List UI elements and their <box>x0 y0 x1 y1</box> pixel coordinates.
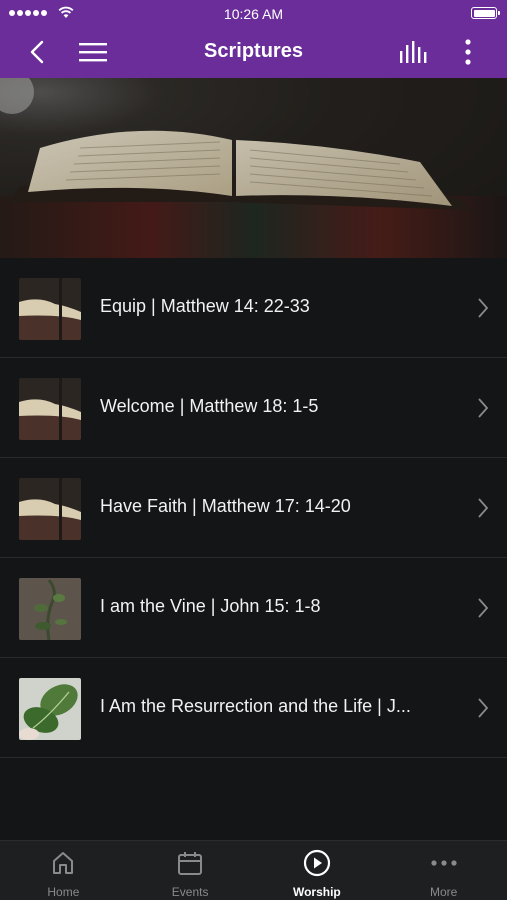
chevron-right-icon <box>478 698 489 718</box>
hero-image <box>0 78 507 258</box>
calendar-icon <box>178 852 203 875</box>
play-circle-icon <box>303 849 330 877</box>
bible-thumbnail <box>19 478 81 540</box>
leaf-thumbnail <box>19 678 81 740</box>
chevron-left-icon <box>30 40 44 64</box>
list-item[interactable]: Welcome | Matthew 18: 1-5 <box>0 358 507 458</box>
chevron-right-icon <box>478 498 489 518</box>
menu-button[interactable] <box>76 26 110 78</box>
vine-thumbnail <box>19 578 81 640</box>
tab-worship[interactable]: Worship <box>254 841 381 900</box>
status-time: 10:26 AM <box>223 6 284 22</box>
home-icon <box>53 852 74 874</box>
tab-more[interactable]: More <box>380 841 507 900</box>
item-title: I Am the Resurrection and the Life | J..… <box>100 696 411 716</box>
scripture-list: Equip | Matthew 14: 22-33 Welcome | Matt… <box>0 258 507 758</box>
overflow-menu-button[interactable] <box>456 26 480 78</box>
tab-events[interactable]: Events <box>127 841 254 900</box>
tab-label: Events <box>171 885 209 899</box>
bible-thumbnail <box>19 378 81 440</box>
list-item[interactable]: I Am the Resurrection and the Life | J..… <box>0 658 507 758</box>
back-button[interactable] <box>22 26 52 78</box>
tab-label: More <box>429 885 458 899</box>
vertical-dots-icon <box>465 39 471 65</box>
nav-bar: Scriptures <box>0 26 507 78</box>
audio-bars-button[interactable] <box>396 26 432 78</box>
tab-bar: Home Events Worship More <box>0 840 507 900</box>
audio-bars-icon <box>400 41 427 63</box>
list-item[interactable]: Equip | Matthew 14: 22-33 <box>0 258 507 358</box>
list-item[interactable]: Have Faith | Matthew 17: 14-20 <box>0 458 507 558</box>
tab-label: Worship <box>292 885 341 899</box>
chevron-right-icon <box>478 298 489 318</box>
item-title: Welcome | Matthew 18: 1-5 <box>100 396 319 416</box>
list-item[interactable]: I am the Vine | John 15: 1-8 <box>0 558 507 658</box>
item-title: Equip | Matthew 14: 22-33 <box>100 296 310 316</box>
tab-home[interactable]: Home <box>0 841 127 900</box>
chevron-right-icon <box>478 398 489 418</box>
battery-icon <box>471 7 500 19</box>
chevron-right-icon <box>478 598 489 618</box>
item-title: I am the Vine | John 15: 1-8 <box>100 596 321 616</box>
bible-thumbnail <box>19 278 81 340</box>
more-dots-icon <box>431 860 457 866</box>
status-bar: 10:26 AM <box>0 0 507 26</box>
hamburger-icon <box>79 43 107 62</box>
tab-label: Home <box>47 885 80 899</box>
item-title: Have Faith | Matthew 17: 14-20 <box>100 496 351 516</box>
